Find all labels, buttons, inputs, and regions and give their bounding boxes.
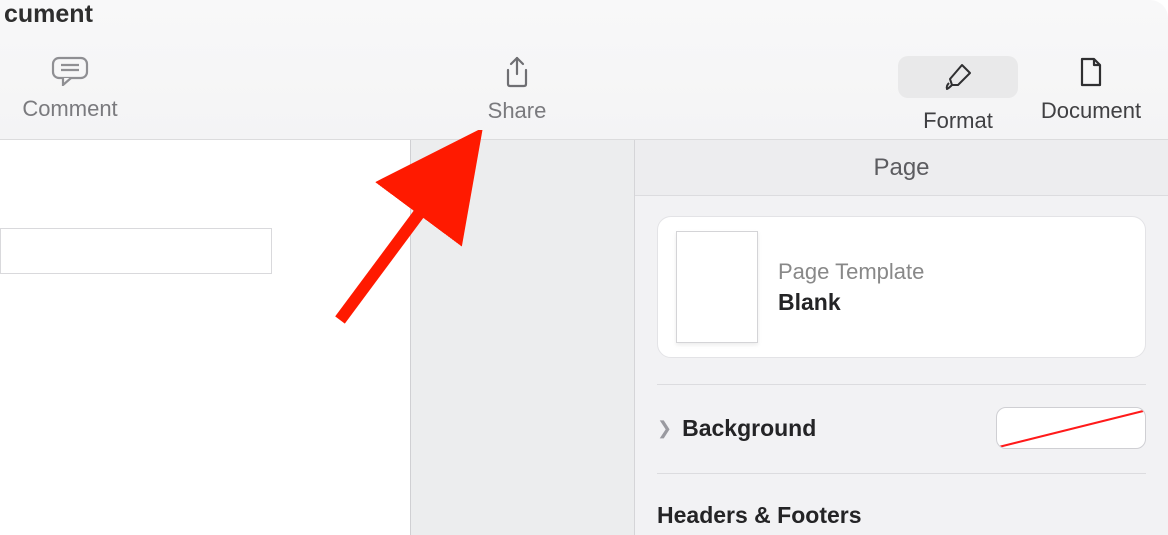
document-icon bbox=[1077, 56, 1105, 88]
format-label: Format bbox=[923, 108, 993, 134]
page-template-label: Page Template bbox=[778, 259, 924, 285]
comment-button[interactable]: Comment bbox=[10, 56, 130, 122]
format-button[interactable]: Format bbox=[906, 56, 1010, 134]
inspector-panel: Page Page Template Blank ❯ Background bbox=[634, 140, 1168, 535]
share-icon bbox=[502, 56, 532, 88]
page-template-value: Blank bbox=[778, 289, 924, 316]
comment-label: Comment bbox=[22, 96, 117, 122]
chevron-right-icon[interactable]: ❯ bbox=[657, 418, 672, 439]
page-template-thumbnail bbox=[676, 231, 758, 343]
share-button[interactable]: Share bbox=[462, 56, 572, 124]
page-template-card[interactable]: Page Template Blank bbox=[657, 216, 1146, 358]
share-label: Share bbox=[488, 98, 547, 124]
window-title: cument bbox=[0, 0, 97, 29]
main-area: Page Page Template Blank ❯ Background bbox=[0, 140, 1168, 535]
document-canvas[interactable] bbox=[0, 140, 634, 535]
background-row: ❯ Background bbox=[657, 407, 1146, 449]
document-label: Document bbox=[1041, 98, 1141, 124]
divider bbox=[657, 473, 1146, 474]
page-margin-gutter bbox=[410, 140, 634, 535]
background-label: Background bbox=[682, 415, 816, 442]
paintbrush-icon bbox=[943, 62, 973, 92]
format-icon-wrap bbox=[898, 56, 1018, 98]
inspector-tab-page[interactable]: Page bbox=[635, 140, 1168, 196]
comment-icon bbox=[51, 56, 89, 86]
document-button[interactable]: Document bbox=[1026, 56, 1156, 124]
background-color-swatch[interactable] bbox=[996, 407, 1146, 449]
text-insertion-field[interactable] bbox=[0, 228, 272, 274]
headers-footers-heading: Headers & Footers bbox=[657, 502, 1146, 529]
divider bbox=[657, 384, 1146, 385]
toolbar: cument Comment Share bbox=[0, 0, 1168, 140]
